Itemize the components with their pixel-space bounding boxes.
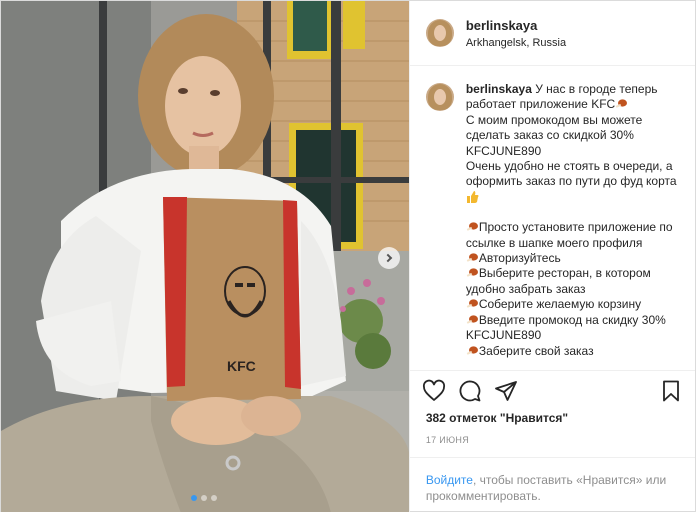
chevron-right-icon — [383, 253, 393, 263]
caption-step: Заберите свой заказ — [478, 343, 594, 358]
carousel-dot — [211, 495, 217, 501]
post-author: berlinskaya Arkhangelsk, Russia — [466, 18, 566, 49]
drumstick-icon — [466, 299, 478, 309]
post-photo[interactable]: KFC — [1, 1, 409, 512]
drumstick-icon — [615, 99, 628, 109]
drumstick-icon — [466, 268, 478, 278]
drumstick-icon — [466, 315, 478, 324]
photo-illustration: KFC — [1, 1, 409, 512]
svg-text:KFC: KFC — [227, 358, 256, 374]
caption-step: Соберите желаемую корзину — [478, 297, 642, 312]
comment-icon[interactable] — [458, 379, 482, 403]
carousel-dot — [201, 495, 207, 501]
post-header: berlinskaya Arkhangelsk, Russia — [409, 1, 695, 66]
post-location[interactable]: Arkhangelsk, Russia — [466, 37, 566, 49]
post-date[interactable]: 17 ИЮНЯ — [410, 425, 695, 445]
login-prompt: Войдите, чтобы поставить «Нравится» или … — [409, 457, 695, 512]
heart-icon[interactable] — [422, 379, 446, 403]
caption-area: berlinskaya У нас в городе теперь работа… — [409, 66, 695, 371]
carousel-indicator — [191, 495, 217, 501]
caption-steps: Просто установите приложение по ссылке в… — [466, 220, 679, 359]
drumstick-icon — [466, 345, 478, 355]
bookmark-icon[interactable] — [659, 379, 683, 403]
post-frame: KFC berlinskaya Arkhangelsk, Russia berl… — [0, 0, 696, 512]
carousel-dot — [191, 495, 197, 501]
caption-line: Очень удобно не стоять в очереди, а офор… — [465, 159, 677, 189]
avatar[interactable] — [425, 83, 454, 111]
post-actions — [410, 371, 695, 411]
post-side-panel: berlinskaya Arkhangelsk, Russia berlinsk… — [408, 1, 695, 512]
caption-step: Введите промокод на скидку 30% KFCJUNE89… — [465, 312, 670, 343]
caption-line: С моим промокодом вы можете сделать зака… — [465, 112, 646, 158]
share-icon[interactable] — [494, 379, 518, 403]
author-username[interactable]: berlinskaya — [466, 18, 566, 33]
caption-text: berlinskaya У нас в городе теперь работа… — [466, 82, 679, 359]
thumbs-up-icon — [466, 190, 479, 203]
avatar[interactable] — [425, 19, 454, 47]
carousel-next-button[interactable] — [378, 247, 400, 269]
caption-username[interactable]: berlinskaya — [466, 82, 532, 96]
caption-step: Выберите ресторан, в котором удобно забр… — [465, 266, 655, 296]
caption-paragraph-1: berlinskaya У нас в городе теперь работа… — [466, 82, 679, 205]
login-link[interactable]: Войдите — [426, 473, 473, 487]
caption: berlinskaya У нас в городе теперь работа… — [425, 82, 679, 359]
caption-step: Авторизуйтесь — [478, 251, 561, 266]
drumstick-icon — [466, 253, 478, 262]
likes-count[interactable]: 382 отметок "Нравится" — [410, 411, 695, 425]
caption-step: Просто установите приложение по ссылке в… — [465, 220, 676, 250]
drumstick-icon — [466, 222, 478, 232]
